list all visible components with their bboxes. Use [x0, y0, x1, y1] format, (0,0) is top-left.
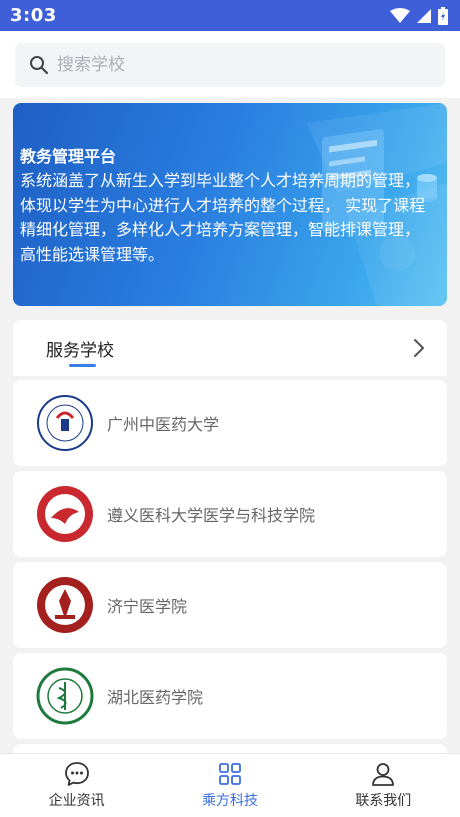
person-icon [372, 763, 395, 786]
school-card[interactable]: 湖北医药学院 [13, 653, 447, 739]
school-name: 济宁医学院 [107, 597, 188, 616]
status-bar: 3:03 [0, 0, 460, 31]
tab-label: 乘方科技 [201, 793, 258, 809]
bottom-tab-bar: 企业资讯 乘方科技 联系我们 [0, 753, 460, 817]
section-underline [69, 364, 96, 367]
battery-icon [438, 6, 448, 25]
service-schools-header[interactable]: 服务学校 [13, 320, 447, 376]
banner-title: 教务管理平台 [20, 147, 117, 166]
school-emblem-icon [36, 667, 94, 725]
wifi-icon [390, 7, 410, 23]
tab-chengfang-tech[interactable]: 乘方科技 [153, 754, 306, 817]
school-name: 广州中医药大学 [107, 415, 220, 434]
tab-news[interactable]: 企业资讯 [0, 754, 153, 817]
search-icon [30, 56, 49, 75]
school-emblem-icon [37, 486, 93, 542]
school-name: 湖北医药学院 [107, 688, 204, 707]
tab-label: 企业资讯 [48, 793, 105, 809]
status-icons [390, 6, 448, 25]
status-time: 3:03 [10, 5, 57, 26]
signal-icon [417, 8, 431, 23]
search-box[interactable] [15, 43, 445, 87]
school-card[interactable]: 遵义医科大学医学与科技学院 [13, 471, 447, 557]
school-card[interactable]: 济宁医学院 [13, 562, 447, 648]
tab-label: 联系我们 [355, 793, 412, 809]
chevron-right-icon[interactable] [413, 338, 425, 358]
school-emblem-icon [37, 395, 93, 451]
search-header [0, 31, 460, 98]
grid-apps-icon [219, 763, 241, 785]
platform-banner[interactable]: 教务管理平台 系统涵盖了从新生入学到毕业整个人才培养周期的管理，体现以学生为中心… [13, 103, 447, 306]
school-name: 遵义医科大学医学与科技学院 [107, 506, 316, 525]
tab-contact-us[interactable]: 联系我们 [307, 754, 460, 817]
school-card[interactable]: 广州中医药大学 [13, 380, 447, 466]
school-emblem-icon [37, 577, 93, 633]
search-input[interactable] [57, 55, 417, 75]
banner-description: 系统涵盖了从新生入学到毕业整个人才培养周期的管理，体现以学生为中心进行人才培养的… [20, 171, 426, 264]
chat-bubble-icon [64, 762, 89, 786]
school-list: 广州中医药大学 遵义医科大学医学与科技学院 济宁医学院 湖北医药学院 [13, 380, 447, 744]
section-title: 服务学校 [46, 340, 114, 361]
